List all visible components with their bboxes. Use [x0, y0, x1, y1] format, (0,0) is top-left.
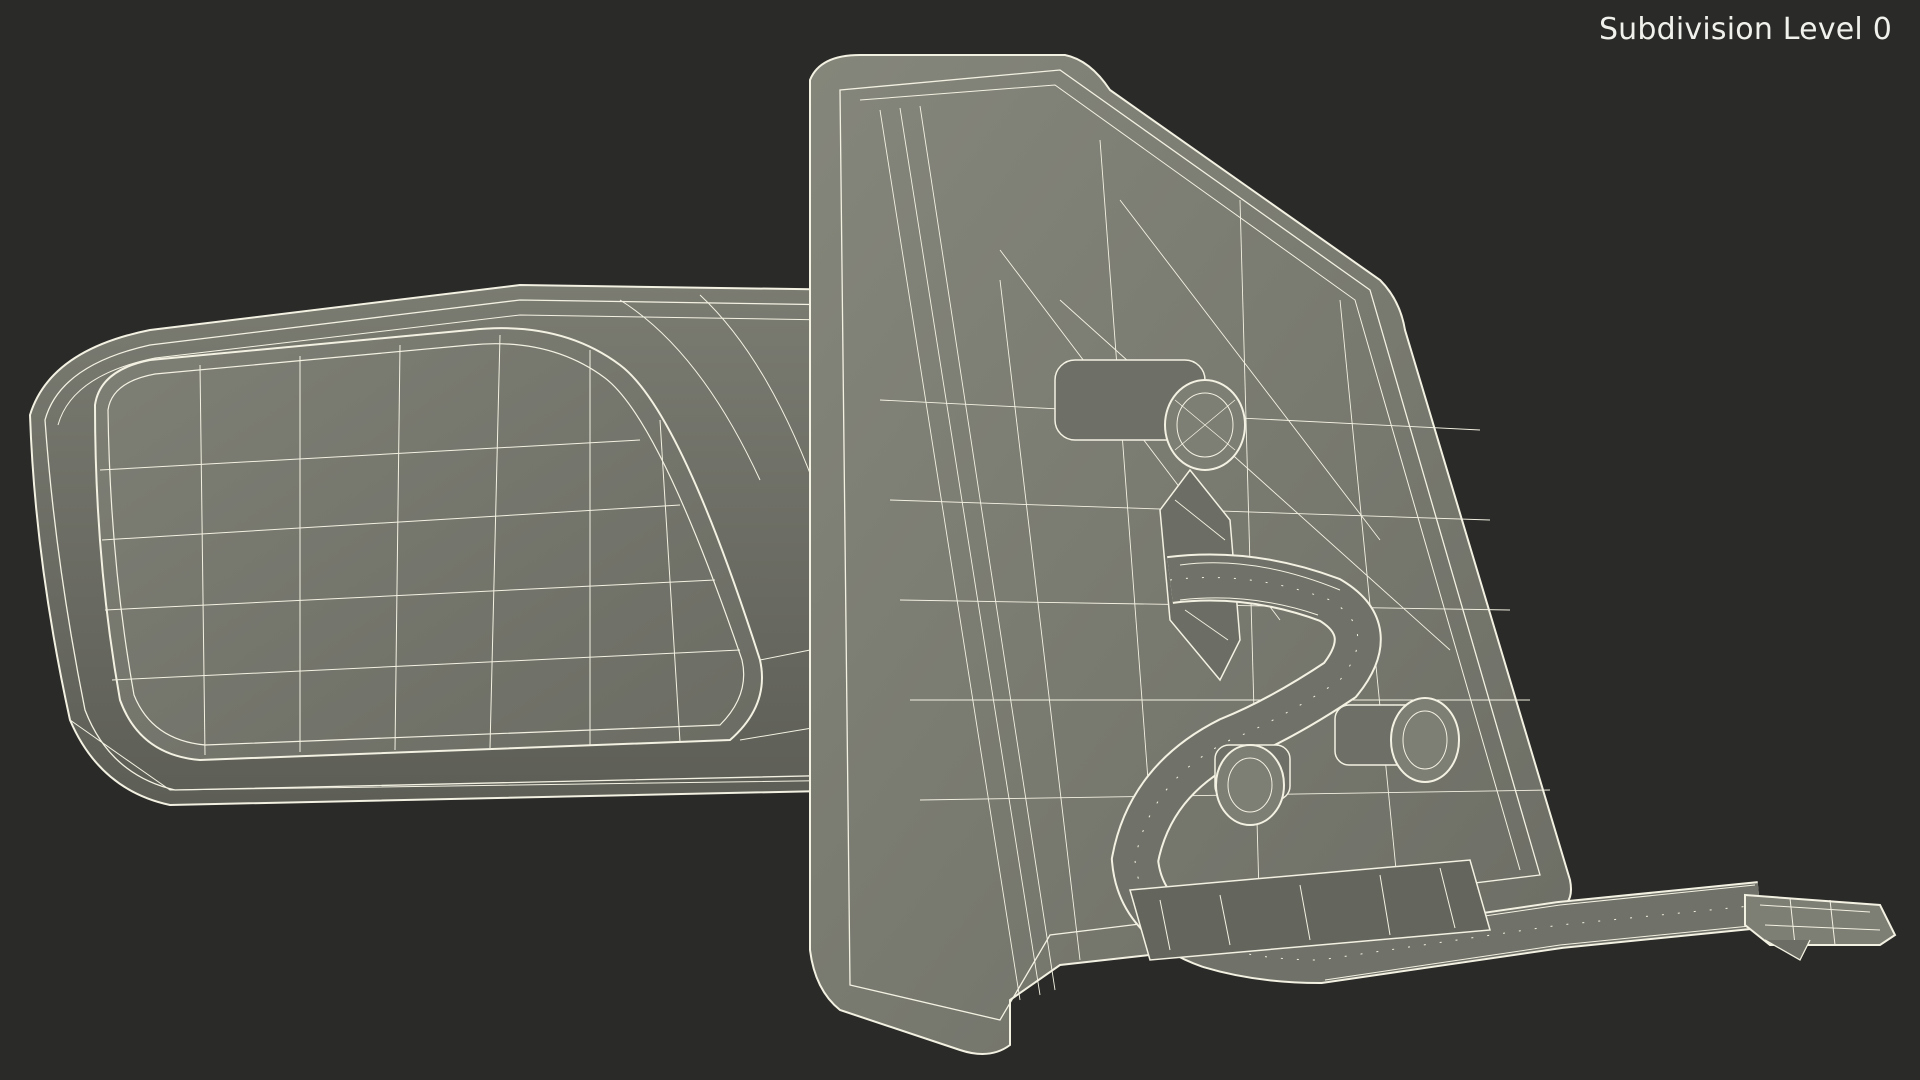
wireframe-model-render [28, 54, 1897, 1055]
render-viewport: Subdivision Level 0 [0, 0, 1920, 1080]
subdivision-level-label: Subdivision Level 0 [1598, 12, 1892, 47]
connector-plug [1744, 893, 1897, 961]
